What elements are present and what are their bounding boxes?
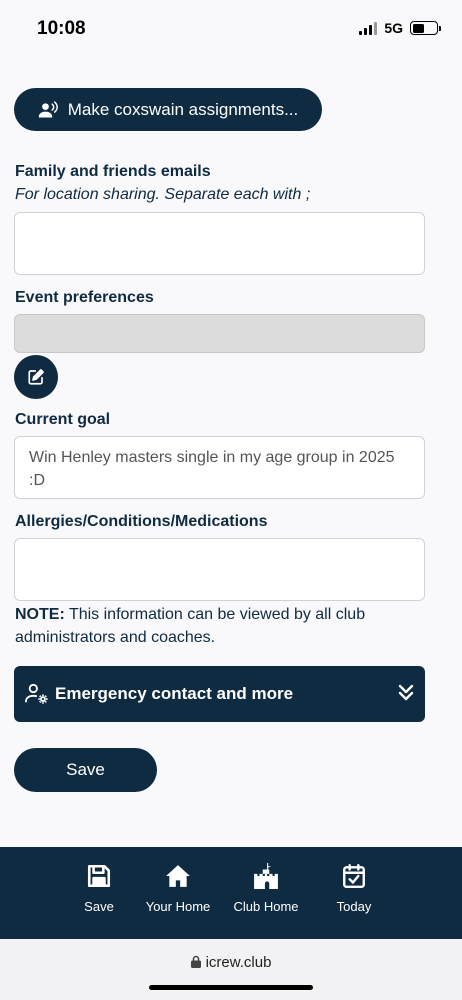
nav-item-club-home[interactable]: Club Home [224,847,308,939]
person-speaking-icon [38,100,58,117]
nav-item-your-home[interactable]: Your Home [136,847,220,939]
nav-label-your-home: Your Home [145,899,211,914]
calendar-check-icon [343,863,365,889]
edit-event-preferences-button[interactable] [14,355,58,399]
family-emails-field[interactable] [14,212,425,275]
nav-item-save[interactable]: Save [66,847,132,939]
privacy-note: NOTE: This information can be viewed by … [15,603,435,649]
home-indicator[interactable] [149,985,313,990]
battery-icon [410,21,441,35]
allergies-label: Allergies/Conditions/Medications [15,513,268,530]
event-preferences-label: Event preferences [15,289,154,306]
current-goal-value: Win Henley masters single in my age grou… [29,449,395,489]
nav-label-club-home: Club Home [233,899,299,914]
note-prefix: NOTE: [15,606,65,623]
current-goal-label: Current goal [15,411,111,428]
bottom-nav: Save Your Home Club Home Today [0,847,462,939]
home-icon [166,865,190,887]
nav-label-save: Save [84,899,114,914]
browser-url-bar: icrew.club [0,939,462,1000]
allergies-field[interactable] [14,538,425,601]
url-text: icrew.club [205,954,272,971]
status-bar: 10:08 5G [0,0,462,58]
lock-icon [190,955,201,968]
floppy-disk-icon [87,864,111,888]
status-indicators: 5G [359,20,441,36]
double-chevron-down-icon [398,684,414,701]
network-type: 5G [384,20,403,36]
status-time: 10:08 [37,18,86,39]
family-emails-label: Family and friends emails [15,163,211,180]
emergency-contact-accordion[interactable]: Emergency contact and more [14,666,425,722]
signal-icon [359,21,378,35]
edit-icon [28,369,44,385]
coxswain-button-label: Make coxswain assignments... [67,99,299,119]
user-gear-icon [25,683,48,704]
current-goal-field[interactable]: Win Henley masters single in my age grou… [14,436,425,499]
coxswain-assignments-button[interactable]: Make coxswain assignments... [14,88,322,131]
event-preferences-field [14,314,425,353]
family-emails-hint: For location sharing. Separate each with… [15,186,311,203]
nav-label-today: Today [336,899,372,914]
nav-item-today[interactable]: Today [312,847,396,939]
allergies-value [15,539,424,557]
emergency-contact-label: Emergency contact and more [55,684,294,703]
family-emails-value [15,213,424,231]
note-text: This information can be viewed by all cl… [15,606,366,646]
save-button[interactable]: Save [14,748,157,792]
castle-icon [254,863,278,889]
url-display[interactable]: icrew.club [0,954,462,971]
event-preferences-value [15,315,424,333]
